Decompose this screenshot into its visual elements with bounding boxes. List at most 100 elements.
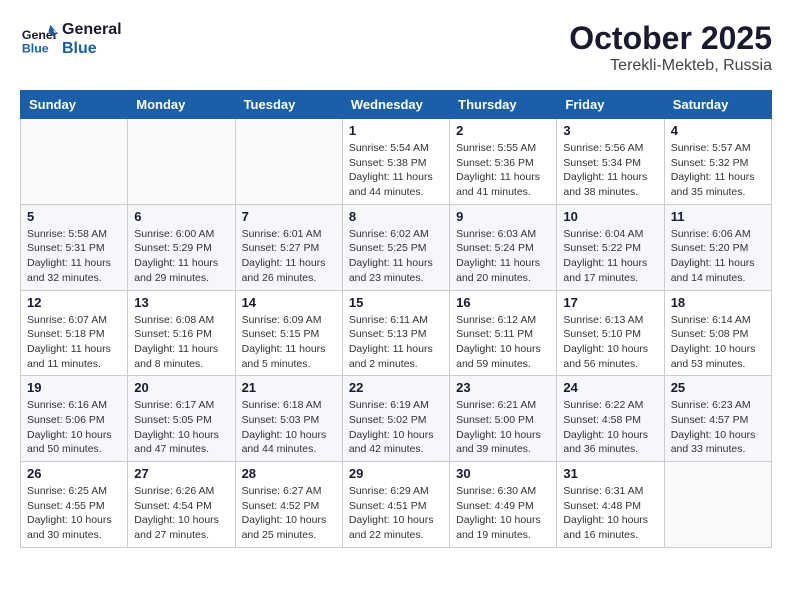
- day-info-25: Sunrise: 6:23 AM Sunset: 4:57 PM Dayligh…: [671, 398, 765, 457]
- day-number-7: 7: [242, 209, 336, 224]
- day-number-9: 9: [456, 209, 550, 224]
- day-info-13: Sunrise: 6:08 AM Sunset: 5:16 PM Dayligh…: [134, 313, 228, 372]
- weekday-saturday: Saturday: [664, 91, 771, 119]
- day-info-11: Sunrise: 6:06 AM Sunset: 5:20 PM Dayligh…: [671, 227, 765, 286]
- page-header: General Blue General Blue October 2025 T…: [20, 20, 772, 75]
- day-number-11: 11: [671, 209, 765, 224]
- day-number-16: 16: [456, 295, 550, 310]
- day-number-6: 6: [134, 209, 228, 224]
- day-info-28: Sunrise: 6:27 AM Sunset: 4:52 PM Dayligh…: [242, 484, 336, 543]
- day-cell-21: 21 Sunrise: 6:18 AM Sunset: 5:03 PM Dayli…: [235, 376, 342, 462]
- day-number-8: 8: [349, 209, 443, 224]
- empty-cell: [128, 119, 235, 205]
- week-row-4: 19 Sunrise: 6:16 AM Sunset: 5:06 PM Dayli…: [21, 376, 772, 462]
- day-number-28: 28: [242, 466, 336, 481]
- day-info-7: Sunrise: 6:01 AM Sunset: 5:27 PM Dayligh…: [242, 227, 336, 286]
- day-info-30: Sunrise: 6:30 AM Sunset: 4:49 PM Dayligh…: [456, 484, 550, 543]
- day-info-6: Sunrise: 6:00 AM Sunset: 5:29 PM Dayligh…: [134, 227, 228, 286]
- day-cell-9: 9 Sunrise: 6:03 AM Sunset: 5:24 PM Daylig…: [450, 204, 557, 290]
- day-info-15: Sunrise: 6:11 AM Sunset: 5:13 PM Dayligh…: [349, 313, 443, 372]
- day-cell-22: 22 Sunrise: 6:19 AM Sunset: 5:02 PM Dayli…: [342, 376, 449, 462]
- day-info-22: Sunrise: 6:19 AM Sunset: 5:02 PM Dayligh…: [349, 398, 443, 457]
- empty-cell: [21, 119, 128, 205]
- day-cell-8: 8 Sunrise: 6:02 AM Sunset: 5:25 PM Daylig…: [342, 204, 449, 290]
- svg-text:Blue: Blue: [22, 41, 49, 55]
- day-number-25: 25: [671, 380, 765, 395]
- calendar: SundayMondayTuesdayWednesdayThursdayFrid…: [20, 90, 772, 548]
- day-info-14: Sunrise: 6:09 AM Sunset: 5:15 PM Dayligh…: [242, 313, 336, 372]
- day-cell-24: 24Sunrise: 6:22 AM Sunset: 4:58 PM Dayli…: [557, 376, 664, 462]
- day-number-23: 23: [456, 380, 550, 395]
- day-cell-27: 27 Sunrise: 6:26 AM Sunset: 4:54 PM Dayli…: [128, 462, 235, 548]
- day-info-31: Sunrise: 6:31 AM Sunset: 4:48 PM Dayligh…: [563, 484, 657, 543]
- day-info-16: Sunrise: 6:12 AM Sunset: 5:11 PM Dayligh…: [456, 313, 550, 372]
- weekday-sunday: Sunday: [21, 91, 128, 119]
- day-info-2: Sunrise: 5:55 AM Sunset: 5:36 PM Dayligh…: [456, 141, 550, 200]
- day-number-12: 12: [27, 295, 121, 310]
- day-info-27: Sunrise: 6:26 AM Sunset: 4:54 PM Dayligh…: [134, 484, 228, 543]
- day-info-26: Sunrise: 6:25 AM Sunset: 4:55 PM Dayligh…: [27, 484, 121, 543]
- day-number-22: 22: [349, 380, 443, 395]
- day-number-30: 30: [456, 466, 550, 481]
- day-cell-10: 10Sunrise: 6:04 AM Sunset: 5:22 PM Dayli…: [557, 204, 664, 290]
- logo-blue: Blue: [62, 39, 122, 58]
- day-info-29: Sunrise: 6:29 AM Sunset: 4:51 PM Dayligh…: [349, 484, 443, 543]
- day-info-21: Sunrise: 6:18 AM Sunset: 5:03 PM Dayligh…: [242, 398, 336, 457]
- weekday-tuesday: Tuesday: [235, 91, 342, 119]
- day-number-31: 31: [563, 466, 657, 481]
- day-info-23: Sunrise: 6:21 AM Sunset: 5:00 PM Dayligh…: [456, 398, 550, 457]
- day-info-9: Sunrise: 6:03 AM Sunset: 5:24 PM Dayligh…: [456, 227, 550, 286]
- day-number-17: 17: [563, 295, 657, 310]
- day-number-21: 21: [242, 380, 336, 395]
- day-cell-4: 4Sunrise: 5:57 AM Sunset: 5:32 PM Daylig…: [664, 119, 771, 205]
- day-info-12: Sunrise: 6:07 AM Sunset: 5:18 PM Dayligh…: [27, 313, 121, 372]
- day-cell-31: 31 Sunrise: 6:31 AM Sunset: 4:48 PM Dayli…: [557, 462, 664, 548]
- weekday-wednesday: Wednesday: [342, 91, 449, 119]
- weekday-monday: Monday: [128, 91, 235, 119]
- day-number-1: 1: [349, 123, 443, 138]
- empty-cell: [235, 119, 342, 205]
- location: Terekli-Mekteb, Russia: [569, 57, 772, 75]
- day-cell-6: 6 Sunrise: 6:00 AM Sunset: 5:29 PM Daylig…: [128, 204, 235, 290]
- day-number-29: 29: [349, 466, 443, 481]
- day-cell-18: 18 Sunrise: 6:14 AM Sunset: 5:08 PM Dayli…: [664, 290, 771, 376]
- day-cell-19: 19 Sunrise: 6:16 AM Sunset: 5:06 PM Dayli…: [21, 376, 128, 462]
- day-number-27: 27: [134, 466, 228, 481]
- day-number-20: 20: [134, 380, 228, 395]
- weekday-header-row: SundayMondayTuesdayWednesdayThursdayFrid…: [21, 91, 772, 119]
- day-cell-25: 25 Sunrise: 6:23 AM Sunset: 4:57 PM Dayli…: [664, 376, 771, 462]
- day-cell-5: 5 Sunrise: 5:58 AM Sunset: 5:31 PM Daylig…: [21, 204, 128, 290]
- day-number-13: 13: [134, 295, 228, 310]
- day-cell-12: 12 Sunrise: 6:07 AM Sunset: 5:18 PM Dayli…: [21, 290, 128, 376]
- logo-general: General: [62, 20, 122, 39]
- day-info-17: Sunrise: 6:13 AM Sunset: 5:10 PM Dayligh…: [563, 313, 657, 372]
- day-number-18: 18: [671, 295, 765, 310]
- day-cell-14: 14Sunrise: 6:09 AM Sunset: 5:15 PM Dayli…: [235, 290, 342, 376]
- day-cell-30: 30 Sunrise: 6:30 AM Sunset: 4:49 PM Dayli…: [450, 462, 557, 548]
- logo: General Blue General Blue: [20, 20, 122, 58]
- day-number-10: 10: [563, 209, 657, 224]
- day-cell-20: 20 Sunrise: 6:17 AM Sunset: 5:05 PM Dayli…: [128, 376, 235, 462]
- day-info-5: Sunrise: 5:58 AM Sunset: 5:31 PM Dayligh…: [27, 227, 121, 286]
- day-cell-29: 29 Sunrise: 6:29 AM Sunset: 4:51 PM Dayli…: [342, 462, 449, 548]
- day-info-20: Sunrise: 6:17 AM Sunset: 5:05 PM Dayligh…: [134, 398, 228, 457]
- day-info-19: Sunrise: 6:16 AM Sunset: 5:06 PM Dayligh…: [27, 398, 121, 457]
- day-info-18: Sunrise: 6:14 AM Sunset: 5:08 PM Dayligh…: [671, 313, 765, 372]
- title-block: October 2025 Terekli-Mekteb, Russia: [569, 20, 772, 75]
- day-number-2: 2: [456, 123, 550, 138]
- day-info-3: Sunrise: 5:56 AM Sunset: 5:34 PM Dayligh…: [563, 141, 657, 200]
- day-number-5: 5: [27, 209, 121, 224]
- day-number-3: 3: [563, 123, 657, 138]
- day-cell-11: 11 Sunrise: 6:06 AM Sunset: 5:20 PM Dayli…: [664, 204, 771, 290]
- day-number-26: 26: [27, 466, 121, 481]
- day-cell-17: 17 Sunrise: 6:13 AM Sunset: 5:10 PM Dayli…: [557, 290, 664, 376]
- empty-cell: [664, 462, 771, 548]
- day-number-19: 19: [27, 380, 121, 395]
- weekday-friday: Friday: [557, 91, 664, 119]
- day-info-24: Sunrise: 6:22 AM Sunset: 4:58 PM Dayligh…: [563, 398, 657, 457]
- day-cell-28: 28 Sunrise: 6:27 AM Sunset: 4:52 PM Dayli…: [235, 462, 342, 548]
- day-cell-7: 7 Sunrise: 6:01 AM Sunset: 5:27 PM Daylig…: [235, 204, 342, 290]
- day-number-4: 4: [671, 123, 765, 138]
- week-row-5: 26 Sunrise: 6:25 AM Sunset: 4:55 PM Dayli…: [21, 462, 772, 548]
- day-info-8: Sunrise: 6:02 AM Sunset: 5:25 PM Dayligh…: [349, 227, 443, 286]
